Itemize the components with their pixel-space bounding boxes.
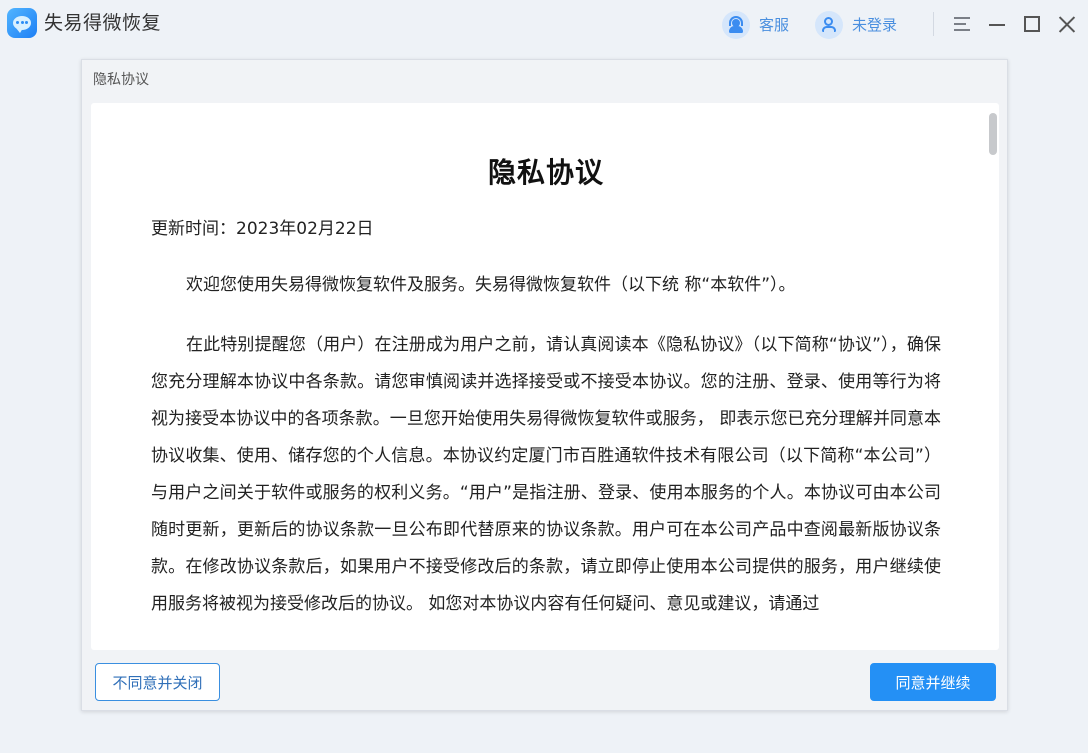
paragraph: 在此特别提醒您（用户）在注册成为用户之前，请认真阅读本《隐私协议》（以下简称“协… xyxy=(151,335,941,614)
privacy-dialog: 隐私协议 隐私协议 更新时间：2023年02月22日 欢迎您使用失易得微恢复软件… xyxy=(81,59,1008,711)
app-title: 失易得微恢复 xyxy=(44,12,162,34)
update-date: 更新时间：2023年02月22日 xyxy=(151,219,374,239)
title-bar: 失易得微恢复 客服 未登录 xyxy=(0,0,1088,50)
app-logo-icon xyxy=(7,8,37,38)
minimize-icon[interactable] xyxy=(987,14,1007,34)
close-icon[interactable] xyxy=(1057,14,1077,34)
customer-service-icon xyxy=(722,11,750,39)
paragraph: 欢迎您使用失易得微恢复软件及服务。失易得微恢复软件（以下统 称“本软件”）。 xyxy=(186,275,796,295)
disagree-close-button[interactable]: 不同意并关闭 xyxy=(95,663,220,701)
document-heading: 隐私协议 xyxy=(487,156,604,189)
maximize-icon[interactable] xyxy=(1022,14,1042,34)
scrollbar[interactable] xyxy=(989,111,997,641)
agreement-scroll-area[interactable]: 隐私协议 更新时间：2023年02月22日 欢迎您使用失易得微恢复软件及服务。失… xyxy=(91,103,999,650)
dialog-title: 隐私协议 xyxy=(93,72,149,88)
scrollbar-thumb[interactable] xyxy=(989,113,997,155)
agree-continue-button[interactable]: 同意并继续 xyxy=(870,663,996,701)
login-button[interactable]: 未登录 xyxy=(815,10,897,40)
user-icon xyxy=(815,11,843,39)
customer-service-button[interactable]: 客服 xyxy=(722,10,789,40)
menu-icon[interactable] xyxy=(952,14,972,34)
divider xyxy=(933,12,934,36)
customer-service-label: 客服 xyxy=(759,16,790,34)
login-label: 未登录 xyxy=(852,16,898,34)
